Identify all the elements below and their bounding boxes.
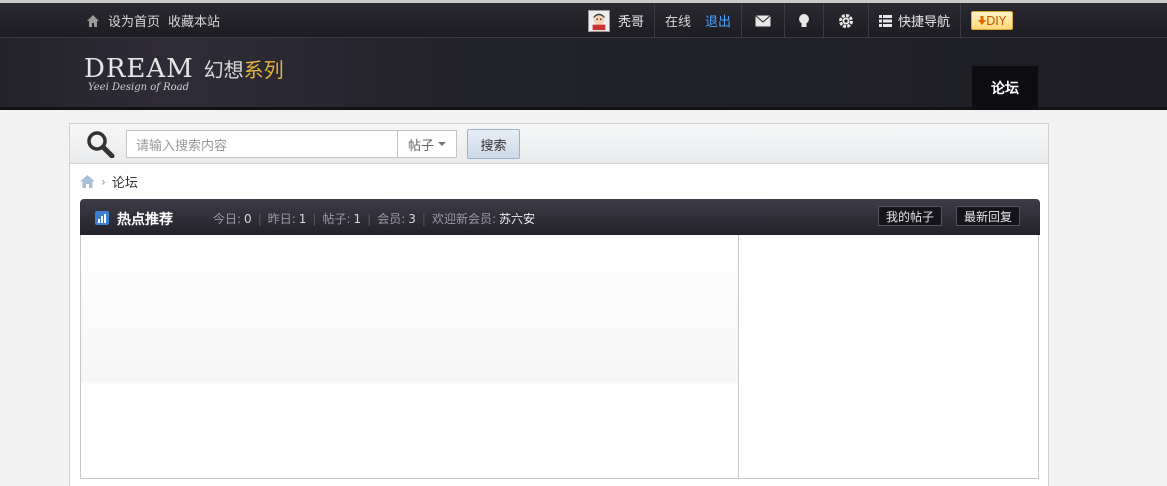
yesterday-label: 昨日: (267, 212, 296, 226)
content-wrap: 请输入搜索内容 帖子 搜索 › 论坛 热点推荐 今日: 0 | 昨日: 1 | 帖子… (69, 123, 1049, 486)
latest-reply-button[interactable]: 最新回复 (956, 206, 1021, 226)
welcome-label: 欢迎新会员: (431, 212, 496, 226)
bookmark-link[interactable]: 收藏本站 (168, 11, 220, 30)
chevron-down-icon (438, 142, 446, 146)
search-icon (87, 131, 115, 158)
posts-label: 帖子: (322, 212, 351, 226)
forum-stats: 今日: 0 | 昨日: 1 | 帖子: 1 | 会员: 3 | 欢迎新会员: 苏六安 (213, 210, 535, 227)
breadcrumb: › 论坛 (80, 172, 138, 191)
today-label: 今日: (213, 212, 242, 226)
notice-button[interactable] (785, 3, 825, 38)
avatar[interactable] (588, 9, 610, 32)
status-box: 在线 退出 (655, 3, 743, 38)
top-right-bar: 秃哥 在线 退出 快捷导航 DIY (578, 3, 1023, 38)
mail-button[interactable] (742, 3, 786, 38)
members-value: 3 (408, 211, 416, 226)
search-type-select[interactable]: 帖子 (397, 130, 457, 158)
gear-icon (839, 13, 854, 28)
top-bar: 设为首页 收藏本站 秃哥 在线 退出 快捷导航 DIY (0, 0, 1167, 38)
posts-value: 1 (353, 211, 362, 226)
diy-box: DIY (961, 3, 1023, 38)
members-label: 会员: (377, 212, 406, 226)
search-type-label: 帖子 (407, 138, 434, 154)
logout-link[interactable]: 退出 (705, 11, 731, 30)
quick-nav-button[interactable]: 快捷导航 (869, 3, 962, 38)
top-left-links: 设为首页 收藏本站 (86, 3, 220, 38)
hot-slider-panel (80, 235, 739, 479)
mail-icon (755, 14, 771, 26)
breadcrumb-separator: › (101, 174, 106, 189)
site-logo[interactable]: DREAM 幻想系列 Yeei Design of Road (84, 54, 284, 93)
user-box[interactable]: 秃哥 (578, 3, 656, 38)
diy-label: DIY (986, 13, 1007, 28)
my-posts-button[interactable]: 我的帖子 (878, 206, 943, 226)
search-button[interactable]: 搜索 (467, 129, 520, 159)
chart-icon (95, 211, 109, 225)
arrow-down-icon (978, 16, 987, 25)
logo-cn-text: 幻想系列 (203, 58, 284, 82)
list-icon (879, 14, 893, 27)
site-header: DREAM 幻想系列 Yeei Design of Road 论坛 (0, 38, 1167, 110)
bulb-icon (799, 13, 810, 27)
hot-title: 热点推荐 (117, 212, 173, 228)
hot-side-panel (738, 235, 1039, 479)
search-input[interactable]: 请输入搜索内容 (126, 130, 398, 158)
hot-header: 热点推荐 今日: 0 | 昨日: 1 | 帖子: 1 | 会员: 3 | 欢迎新会员: 苏… (80, 199, 1040, 235)
new-member-link[interactable]: 苏六安 (499, 210, 535, 227)
search-bar: 请输入搜索内容 帖子 搜索 (70, 124, 1048, 164)
nav-forum-tab[interactable]: 论坛 (972, 66, 1038, 110)
set-home-link[interactable]: 设为首页 (108, 11, 160, 30)
quick-nav-label: 快捷导航 (898, 15, 951, 30)
home-icon (87, 14, 99, 27)
home-icon[interactable] (80, 175, 95, 188)
username[interactable]: 秃哥 (618, 11, 644, 30)
breadcrumb-current[interactable]: 论坛 (112, 172, 138, 191)
today-value: 0 (244, 211, 252, 226)
online-status[interactable]: 在线 (665, 11, 691, 30)
settings-button[interactable] (824, 3, 870, 38)
diy-button[interactable]: DIY (971, 11, 1014, 30)
yesterday-value: 1 (298, 211, 307, 226)
logo-main-text: DREAM (84, 54, 194, 84)
